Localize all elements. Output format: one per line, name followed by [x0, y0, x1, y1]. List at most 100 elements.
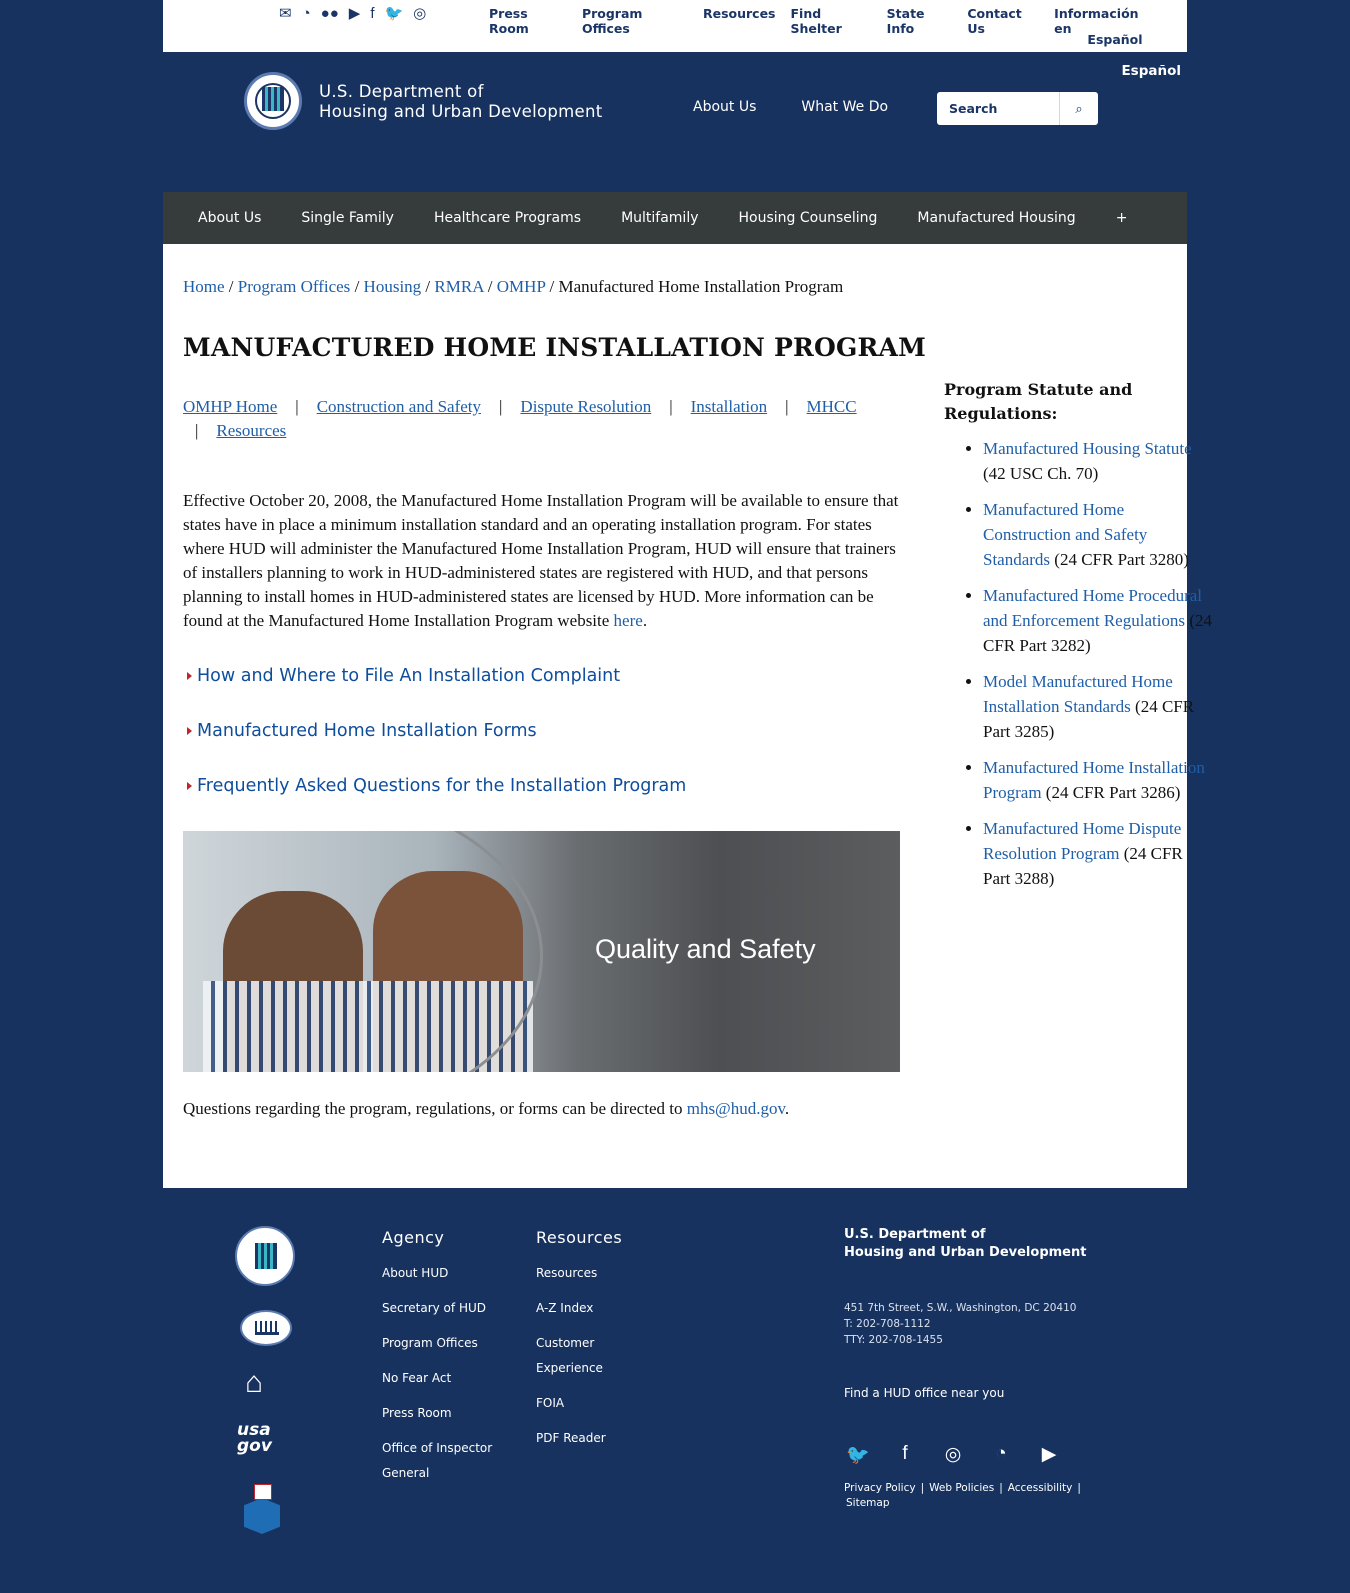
usagov-icon[interactable]: usa gov: [237, 1422, 298, 1455]
twitter-icon[interactable]: 🐦: [846, 1443, 870, 1467]
sidebar-item: Manufactured Home Dispute Resolution Pro…: [983, 816, 1213, 891]
footer-link-resources[interactable]: Resources: [536, 1261, 622, 1286]
header-link-about-us[interactable]: About Us: [693, 99, 756, 115]
facebook-icon[interactable]: f: [370, 5, 374, 23]
vote-icon[interactable]: [244, 1484, 280, 1534]
youtube-icon[interactable]: ▶: [349, 5, 361, 23]
rss-icon[interactable]: ◔: [302, 5, 311, 23]
footer-link-pdf-reader[interactable]: PDF Reader: [536, 1426, 622, 1451]
agency-name[interactable]: U.S. Department of Housing and Urban Dev…: [319, 82, 603, 122]
footer-resources-column: Resources Resources A-Z Index Customer E…: [536, 1228, 622, 1461]
youtube-icon[interactable]: ▶: [1038, 1443, 1060, 1467]
top-link-espanol[interactable]: Español: [1087, 32, 1142, 47]
utility-nav: Press Room Program Offices Resources Fin…: [489, 6, 1154, 47]
subnav-installation[interactable]: Installation: [691, 397, 767, 416]
flickr-icon[interactable]: ●●: [321, 5, 339, 23]
banner-caption: Quality and Safety: [595, 934, 816, 964]
footer-link-secretary[interactable]: Secretary of HUD: [382, 1296, 502, 1321]
main-nav: About Us Single Family Healthcare Progra…: [163, 192, 1187, 244]
top-link-press-room[interactable]: Press Room: [489, 6, 567, 36]
regulations-sidebar: Program Statute and Regulations: Manufac…: [944, 378, 1214, 902]
breadcrumb-omhp[interactable]: OMHP: [497, 277, 546, 296]
footer-tty: TTY: 202-708-1455: [844, 1334, 943, 1346]
twitter-icon[interactable]: 🐦: [384, 5, 403, 23]
section-subnav: OMHP Home | Construction and Safety | Disput…: [183, 397, 857, 440]
footer-link-no-fear-act[interactable]: No Fear Act: [382, 1366, 502, 1391]
sidebar-item: Manufactured Home Construction and Safet…: [983, 497, 1213, 572]
search-input[interactable]: Search: [937, 92, 1059, 125]
footer-agency-column: Agency About HUD Secretary of HUD Progra…: [382, 1228, 502, 1496]
accessibility-link[interactable]: Accessibility: [1008, 1482, 1073, 1494]
site-header: U.S. Department of Housing and Urban Dev…: [163, 52, 1187, 192]
nav-more-toggle[interactable]: +: [1116, 210, 1128, 226]
nav-housing-counseling[interactable]: Housing Counseling: [739, 210, 878, 226]
footer-link-about-hud[interactable]: About HUD: [382, 1261, 502, 1286]
espanol-link[interactable]: Español: [1121, 63, 1181, 79]
accordion-installation-forms[interactable]: Manufactured Home Installation Forms: [187, 721, 537, 741]
nav-healthcare-programs[interactable]: Healthcare Programs: [434, 210, 581, 226]
nav-single-family[interactable]: Single Family: [301, 210, 394, 226]
top-link-find-shelter[interactable]: Find Shelter: [791, 6, 872, 36]
search-button[interactable]: ⌕: [1059, 92, 1098, 125]
footer-legal-links: Privacy Policy | Web Policies | Accessibilit…: [844, 1482, 1081, 1509]
nav-multifamily[interactable]: Multifamily: [621, 210, 698, 226]
nav-about-us[interactable]: About Us: [198, 210, 261, 226]
accordion-file-complaint[interactable]: How and Where to File An Installation Co…: [187, 666, 620, 686]
footer-social-icons: 🐦 f ◎ ◔ ▶: [846, 1443, 1060, 1467]
top-utility-bar: ✉ ◔ ●● ▶ f 🐦 ◎ Press Room Program Office…: [163, 0, 1187, 52]
contact-email-link[interactable]: mhs@hud.gov: [687, 1099, 785, 1118]
hud-seal-icon[interactable]: [235, 1226, 295, 1286]
footer-link-az-index[interactable]: A-Z Index: [536, 1296, 622, 1321]
intro-here-link[interactable]: here: [614, 611, 643, 630]
footer-link-customer-experience[interactable]: Customer Experience: [536, 1331, 616, 1381]
breadcrumb: Home / Program Offices / Housing / RMRA …: [183, 277, 844, 296]
sidebar-item: Model Manufactured Home Installation Sta…: [983, 669, 1213, 744]
intro-paragraph: Effective October 20, 2008, the Manufact…: [183, 491, 899, 630]
top-social-icons: ✉ ◔ ●● ▶ f 🐦 ◎: [279, 5, 426, 23]
top-link-contact-us[interactable]: Contact Us: [967, 6, 1039, 36]
nav-manufactured-housing[interactable]: Manufactured Housing: [917, 210, 1075, 226]
hud-seal-logo[interactable]: [244, 72, 302, 130]
subnav-mhcc[interactable]: MHCC: [807, 397, 857, 416]
subnav-dispute-resolution[interactable]: Dispute Resolution: [520, 397, 651, 416]
subnav-construction-safety[interactable]: Construction and Safety: [317, 397, 481, 416]
header-link-what-we-do[interactable]: What We Do: [801, 99, 888, 115]
instagram-icon[interactable]: ◎: [942, 1443, 964, 1467]
breadcrumb-rmra[interactable]: RMRA: [434, 277, 483, 296]
footer-link-inspector-general[interactable]: Office of Inspector General: [382, 1436, 502, 1486]
sidebar-link-statute[interactable]: Manufactured Housing Statute: [983, 439, 1192, 458]
subnav-omhp-home[interactable]: OMHP Home: [183, 397, 277, 416]
sidebar-heading: Program Statute and Regulations:: [944, 380, 1133, 423]
breadcrumb-program-offices[interactable]: Program Offices: [238, 277, 351, 296]
breadcrumb-current: Manufactured Home Installation Program: [558, 277, 844, 296]
quality-safety-banner: Quality and Safety: [183, 831, 900, 1072]
instagram-icon[interactable]: ◎: [413, 5, 426, 23]
equal-housing-icon[interactable]: ⌂: [245, 1368, 263, 1398]
caret-right-icon: [187, 672, 192, 680]
facebook-icon[interactable]: f: [894, 1443, 916, 1467]
find-hud-office-link[interactable]: Find a HUD office near you: [844, 1386, 1084, 1400]
footer-agency-heading: Agency: [382, 1228, 445, 1247]
rss-icon[interactable]: ◔: [990, 1443, 1012, 1467]
sidebar-item: Manufactured Home Installation Program (…: [983, 755, 1213, 805]
top-link-program-offices[interactable]: Program Offices: [582, 6, 688, 36]
search-icon: ⌕: [1075, 101, 1083, 116]
footer-link-program-offices[interactable]: Program Offices: [382, 1331, 502, 1356]
sidebar-link-procedural[interactable]: Manufactured Home Procedural and Enforce…: [983, 586, 1202, 630]
mail-icon[interactable]: ✉: [279, 5, 292, 23]
footer-link-foia[interactable]: FOIA: [536, 1391, 622, 1416]
accordion-faq[interactable]: Frequently Asked Questions for the Insta…: [187, 776, 686, 796]
top-link-state-info[interactable]: State Info: [887, 6, 953, 36]
sitemap-link[interactable]: Sitemap: [846, 1497, 890, 1509]
footer-link-press-room[interactable]: Press Room: [382, 1401, 502, 1426]
subnav-resources[interactable]: Resources: [216, 421, 286, 440]
privacy-policy-link[interactable]: Privacy Policy: [844, 1482, 916, 1494]
caret-right-icon: [187, 727, 192, 735]
sidebar-item: Manufactured Housing Statute (42 USC Ch.…: [983, 436, 1213, 486]
web-policies-link[interactable]: Web Policies: [929, 1482, 994, 1494]
top-link-resources[interactable]: Resources: [703, 6, 776, 36]
caret-right-icon: [187, 782, 192, 790]
white-house-icon[interactable]: [240, 1310, 292, 1346]
breadcrumb-home[interactable]: Home: [183, 277, 225, 296]
breadcrumb-housing[interactable]: Housing: [364, 277, 422, 296]
